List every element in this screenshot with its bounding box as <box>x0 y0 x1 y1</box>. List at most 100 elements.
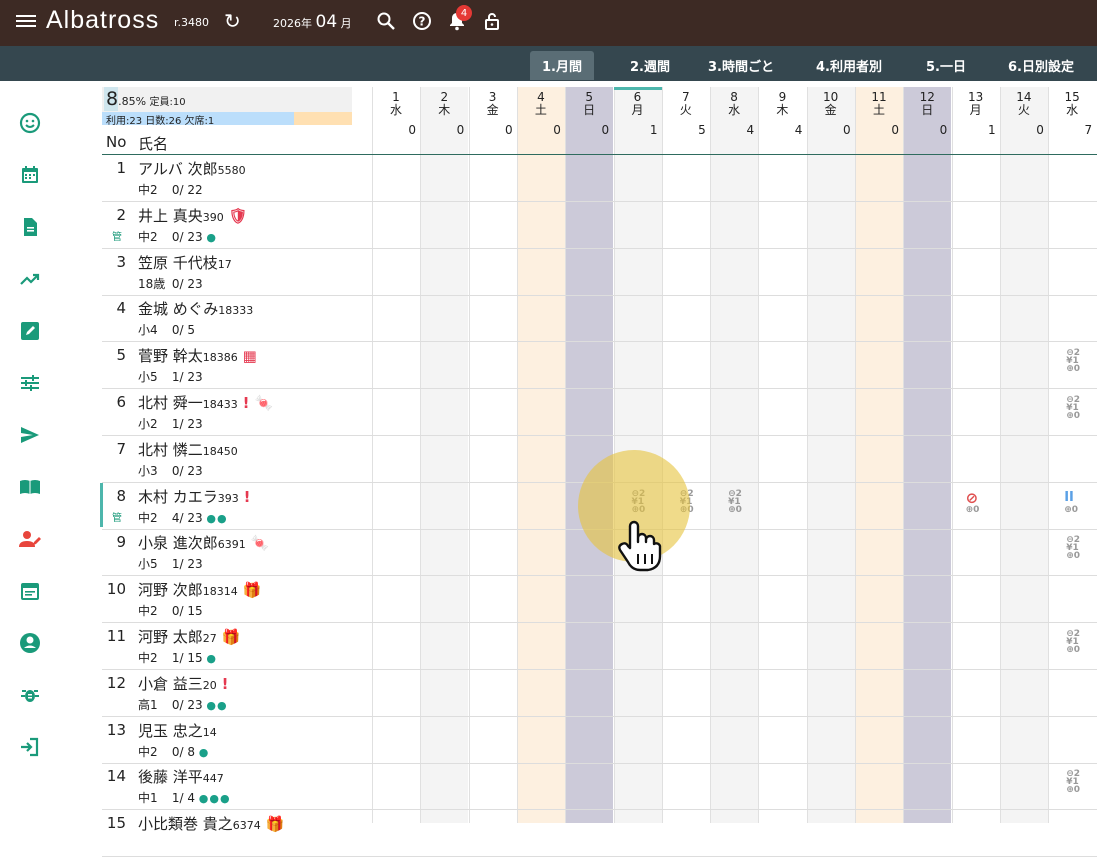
cancel-icon[interactable]: ⊘ ⊕0 <box>966 490 996 515</box>
schedule-mark[interactable]: ⊖2¥1⊕0 <box>1066 536 1096 561</box>
schedule-mark[interactable]: ⊖2¥1⊕0 <box>1066 396 1096 421</box>
day-count: 5 <box>698 123 706 137</box>
user-name[interactable]: 河野 次郎18314 🎁 <box>138 579 261 600</box>
tab-hourly[interactable]: 3.時間ごと <box>694 51 788 80</box>
schedule-mark[interactable]: ⊖2¥1⊕0 <box>1066 349 1096 374</box>
edit-icon[interactable] <box>18 319 42 343</box>
user-edit-icon[interactable] <box>18 527 42 551</box>
user-name[interactable]: アルバ 次郎5580 <box>138 158 246 179</box>
book-icon[interactable] <box>18 475 42 499</box>
row-number: 11 <box>106 627 126 645</box>
help-icon[interactable]: ? <box>411 10 433 32</box>
usage-count: 0/ 15 <box>171 604 203 619</box>
user-name[interactable]: 小倉 益三20 ! <box>138 673 228 694</box>
pause-icon[interactable]: II ⊕0 <box>1064 490 1094 515</box>
column-header-name[interactable]: 氏名 <box>138 133 168 154</box>
user-name[interactable]: 後藤 洋平447 <box>138 766 224 787</box>
day-header[interactable]: 10 金 <box>807 91 855 117</box>
day-header[interactable]: 7火 <box>662 91 710 117</box>
reload-icon[interactable]: ↻ <box>224 9 241 33</box>
user-name[interactable]: 河野 太郎27 🎁 <box>138 626 240 647</box>
table-row[interactable]: 10 河野 次郎18314 🎁 中2 0/ 15 <box>102 576 1097 624</box>
app-logo[interactable]: Albatross <box>46 6 159 35</box>
grade: 小5 <box>138 557 158 572</box>
month-selector[interactable]: 2026年 04 月 <box>273 12 352 32</box>
day-header[interactable]: 1水 <box>372 91 420 117</box>
table-row[interactable]: 4 金城 めぐみ18333 小4 0/ 5 <box>102 295 1097 343</box>
user-name[interactable]: 木村 カエラ393 ! <box>138 486 250 507</box>
tab-weekly[interactable]: 2.週間 <box>610 51 690 80</box>
day-weekday: 火 <box>1017 103 1030 117</box>
tab-monthly[interactable]: 1.月間 <box>530 51 594 80</box>
table-row[interactable]: 2 管 井上 真央390 🛡 中2 0/ 23 ● <box>102 202 1097 249</box>
user-name[interactable]: 金城 めぐみ18333 <box>138 298 253 319</box>
table-row[interactable]: 12 小倉 益三20 ! 高1 0/ 23 ●● <box>102 670 1097 717</box>
table-row[interactable]: 3 笠原 千代枝17 18歳 0/ 23 <box>102 249 1097 296</box>
row-number: 14 <box>106 767 126 786</box>
user-name[interactable]: 小比類巻 貴之6374 🎁 <box>138 813 284 834</box>
day-count: 0 <box>939 123 948 137</box>
event-note-icon[interactable] <box>18 579 42 603</box>
day-header[interactable]: 15 水 <box>1048 91 1096 117</box>
search-icon[interactable] <box>375 10 397 32</box>
table-row[interactable]: 14 後藤 洋平447 中1 1/ 4 ●●● <box>102 763 1097 811</box>
table-row[interactable]: 1 アルバ 次郎5580 中2 0/ 22 <box>102 155 1097 202</box>
user-flag-icons: ! <box>243 487 251 506</box>
table-row[interactable]: 5 菅野 幹太18386 ▦ 小5 1/ 23 <box>102 342 1097 390</box>
menu-icon[interactable] <box>16 12 36 32</box>
user-subinfo: 高1 0/ 23 ●● <box>138 696 228 713</box>
day-count: 4 <box>794 123 803 137</box>
smile-icon[interactable] <box>18 111 42 135</box>
schedule-mark[interactable]: ⊖2¥1⊕0 <box>1066 770 1096 795</box>
user-id: 18433 <box>202 398 238 411</box>
trending-icon[interactable] <box>18 267 42 291</box>
user-name[interactable]: 北村 憐二18450 <box>138 439 238 460</box>
user-name[interactable]: 笠原 千代枝17 <box>138 252 232 273</box>
usage-count: 0/ 23 <box>171 229 203 244</box>
calendar-icon[interactable] <box>18 163 42 187</box>
tab-by-user[interactable]: 4.利用者別 <box>804 51 894 80</box>
day-header[interactable]: 5日 <box>565 91 613 117</box>
table-row[interactable]: 11 河野 太郎27 🎁 中2 1/ 15 ● <box>102 623 1097 670</box>
send-icon[interactable] <box>18 423 42 447</box>
user-name[interactable]: 井上 真央390 🛡 <box>138 205 248 226</box>
user-name[interactable]: 菅野 幹太18386 ▦ <box>138 345 257 366</box>
day-header[interactable]: 13 月 <box>952 91 1000 117</box>
user-flag-icons: 🍬 <box>250 534 270 553</box>
day-header[interactable]: 3金 <box>469 91 517 117</box>
user-subinfo: 小4 0/ 5 <box>138 321 195 338</box>
schedule-mark[interactable]: ⊖2¥1⊕0 <box>728 489 758 514</box>
day-header[interactable]: 14 火 <box>1000 91 1048 117</box>
tab-daily[interactable]: 5.一日 <box>914 51 978 80</box>
day-header[interactable]: 9木 <box>758 91 806 117</box>
table-row[interactable]: 13 児玉 忠之14 中2 0/ 8 ● <box>102 717 1097 764</box>
day-count: 4 <box>746 123 755 137</box>
user-name[interactable]: 児玉 忠之14 <box>138 720 217 741</box>
grade: 中2 <box>138 651 158 665</box>
table-row[interactable]: 15 小比類巻 貴之6374 🎁 <box>102 810 1097 857</box>
day-header[interactable]: 2木 <box>420 91 468 117</box>
schedule-mark[interactable]: ⊖2¥1⊕0 <box>1066 630 1096 655</box>
day-header[interactable]: 11 土 <box>855 91 903 117</box>
user-id: 18333 <box>218 304 254 318</box>
tune-icon[interactable] <box>18 371 42 395</box>
bug-icon[interactable] <box>18 683 42 707</box>
tab-day-settings[interactable]: 6.日別設定 <box>994 51 1088 80</box>
column-header-no: No <box>106 133 127 151</box>
table-row[interactable]: 6 北村 舜一18433 ! 🍬 小2 1/ 23 <box>102 389 1097 436</box>
day-header[interactable]: 4土 <box>517 91 565 117</box>
user-subinfo: 中2 1/ 15 ● <box>138 649 217 666</box>
day-header[interactable]: 6月 <box>613 87 662 117</box>
lock-icon[interactable] <box>481 10 503 32</box>
user-id: 14 <box>202 725 217 739</box>
user-id: 393 <box>217 491 239 505</box>
day-weekday: 月 <box>969 103 982 117</box>
user-name[interactable]: 北村 舜一18433 ! 🍬 <box>138 392 273 413</box>
day-header[interactable]: 8水 <box>710 91 758 117</box>
day-header[interactable]: 12 日 <box>903 91 951 117</box>
user-subinfo: 中2 0/ 15 <box>138 602 203 619</box>
login-icon[interactable] <box>18 735 42 759</box>
document-icon[interactable] <box>18 215 42 239</box>
user-name[interactable]: 小泉 進次郎6391 🍬 <box>138 532 269 553</box>
account-circle-icon[interactable] <box>18 631 42 655</box>
